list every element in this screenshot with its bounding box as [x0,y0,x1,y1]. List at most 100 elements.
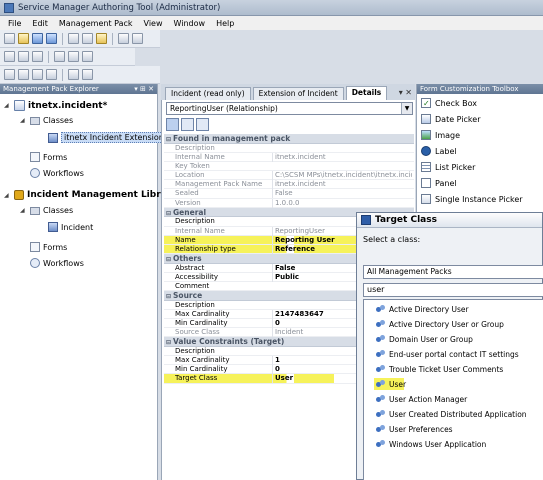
align-right-icon[interactable] [32,51,43,62]
collapse-icon[interactable]: ⊟ [166,293,171,300]
spacing-icon[interactable] [68,51,79,62]
tab-incident-read-only[interactable]: Incident (read only) [165,87,251,100]
class-icon [48,132,58,143]
align-center-icon[interactable] [18,51,29,62]
property-pages-icon[interactable] [196,118,209,131]
undo-icon[interactable] [118,33,129,44]
tree-forms-itnetx[interactable]: Forms [30,152,67,162]
tab-close-icon[interactable]: ▾ ✕ [399,88,412,97]
tree-class-incident[interactable]: Incident [48,222,93,232]
zoom-in-icon[interactable] [4,69,15,80]
property-row[interactable]: Version 1.0.0.0 [164,198,414,208]
class-list-item[interactable]: User Action Manager [376,395,467,404]
collapse-arrow-icon[interactable]: ◢ [20,207,27,214]
explorer-title: Management Pack Explorer [3,85,99,93]
class-list-item[interactable]: User Preferences [376,425,453,434]
toolbox-item-panel[interactable]: Panel [421,178,457,188]
alphabetical-icon[interactable] [181,118,194,131]
class-search-input[interactable]: user [363,283,543,297]
property-row[interactable]: Management Pack Name itnetx.incident [164,180,414,190]
zoom-out-icon[interactable] [18,69,29,80]
save-all-icon[interactable] [46,33,57,44]
tree-classes-itnetx[interactable]: ◢ Classes [20,116,73,125]
class-list-item-user[interactable]: User [376,380,406,389]
collapse-arrow-icon[interactable]: ◢ [4,192,11,199]
user-class-icon [376,425,385,434]
collapse-arrow-icon[interactable]: ◢ [20,117,27,124]
tab-extension-of-incident[interactable]: Extension of Incident [252,87,344,100]
class-icon [48,222,58,232]
menu-file[interactable]: File [8,19,21,28]
dialog-title: Target Class [375,215,437,225]
collapse-arrow-icon[interactable]: ◢ [4,102,11,109]
categorized-icon[interactable] [166,118,179,131]
class-list-item[interactable]: Domain User or Group [376,335,473,344]
order-icon[interactable] [82,51,93,62]
property-row[interactable]: Description [164,144,414,153]
menu-window[interactable]: Window [174,19,206,28]
tree-class-itnetx-incident-extension[interactable]: itnetx Incident Extension [48,132,167,143]
menu-help[interactable]: Help [216,19,234,28]
paste-icon[interactable] [96,33,107,44]
collapse-icon[interactable]: ⊟ [166,136,171,143]
toolbox-item-date-picker[interactable]: Date Picker [421,114,481,124]
user-class-icon [376,410,385,419]
tree-workflows-incident-library[interactable]: Workflows [30,258,84,268]
class-list-item[interactable]: Active Directory User [376,305,469,314]
lasso-icon[interactable] [82,69,93,80]
toolbox-item-single-instance-picker[interactable]: Single Instance Picker [421,194,523,204]
toolbox-item-check-box[interactable]: Check Box [421,98,477,108]
collapse-icon[interactable]: ⊟ [166,339,171,346]
tree-pack-incident-library[interactable]: ◢ Incident Management Library [4,190,177,200]
tree-pack-itnetx[interactable]: ◢ itnetx.incident* [4,100,107,111]
cut-icon[interactable] [68,33,79,44]
management-pack-filter[interactable]: All Management Packs [363,265,543,279]
class-list-item[interactable]: User Created Distributed Application [376,410,527,419]
property-row[interactable]: Sealed False [164,189,414,199]
class-list-item[interactable]: Active Directory User or Group [376,320,504,329]
collapse-icon[interactable]: ⊟ [166,210,171,217]
tree-forms-incident-library[interactable]: Forms [30,242,67,252]
object-selector[interactable]: ReportingUser (Relationship) ▼ [166,102,413,115]
toolbox-item-list-picker[interactable]: List Picker [421,162,475,172]
align-left-icon[interactable] [4,51,15,62]
classes-label: Classes [43,116,74,125]
copy-icon[interactable] [82,33,93,44]
toolbox-item-label[interactable]: Label [421,146,457,156]
pan-icon[interactable] [46,69,57,80]
tab-details[interactable]: Details [345,86,388,100]
explorer-tree: ◢ itnetx.incident* ◢ Classes itnetx Inci… [0,94,177,268]
collapse-icon[interactable]: ⊟ [166,256,171,263]
class-label: itnetx Incident Extension [61,132,167,143]
property-row[interactable]: Location C:\SCSM MPs\itnetx.incident\itne… [164,171,414,181]
size-icon[interactable] [54,51,65,62]
class-list-item[interactable]: End-user portal contact IT settings [376,350,519,359]
dialog-title-bar: Target Class [357,213,542,228]
toolbox-item-image[interactable]: Image [421,130,460,140]
class-list-item[interactable]: Windows User Application [376,440,486,449]
menu-view[interactable]: View [144,19,163,28]
menu-management-pack[interactable]: Management Pack [59,19,133,28]
class-list-item[interactable]: Trouble Ticket User Comments [376,365,503,374]
new-icon[interactable] [4,33,15,44]
toolbar-separator [62,32,63,45]
open-icon[interactable] [18,33,29,44]
forms-label: Forms [43,152,68,162]
chevron-down-icon[interactable]: ▼ [401,103,412,114]
folder-icon [30,116,40,125]
zoom-fit-icon[interactable] [32,69,43,80]
property-row[interactable]: Key Token [164,162,414,172]
category-found-in-management-pack[interactable]: ⊟ Found in management pack [164,134,414,144]
workflows-label: Workflows [43,258,84,268]
redo-icon[interactable] [132,33,143,44]
pointer-icon[interactable] [68,69,79,80]
tree-classes-incident-library[interactable]: ◢ Classes [20,206,73,215]
menu-edit[interactable]: Edit [32,19,48,28]
property-row[interactable]: Internal Name itnetx.incident [164,152,414,162]
save-icon[interactable] [32,33,43,44]
object-selector-value: ReportingUser (Relationship) [170,104,278,113]
pin-close-icon[interactable]: ▾ ⊞ ✕ [134,84,154,94]
forms-icon [30,152,40,162]
management-pack-explorer: Management Pack Explorer ▾ ⊞ ✕ ◢ itnetx.… [0,84,177,480]
tree-workflows-itnetx[interactable]: Workflows [30,168,84,178]
